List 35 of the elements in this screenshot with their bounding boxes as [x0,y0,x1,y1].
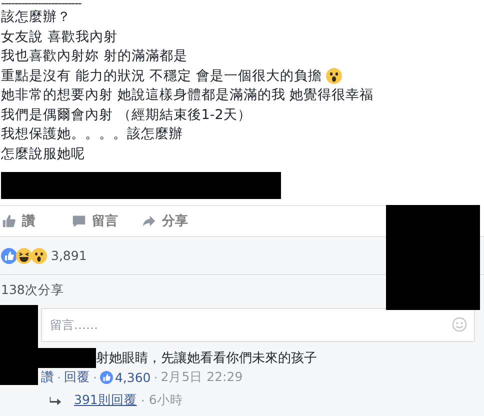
reply-time: 6小時 [148,392,183,409]
comment-field[interactable]: 留言…… [41,308,475,342]
wow-emoji-icon [326,68,342,84]
post-text: 我也喜歡內射妳 射的滿滿都是 [1,47,188,66]
separator-dot: · [92,370,97,384]
post-text: 女友說 喜歡我內射 [1,28,118,46]
separator-text: ------------------------ [1,0,82,8]
post-text: 重點是沒有 能力的狀況 不穩定 會是一個很大的負擔 [1,66,322,86]
replies-link[interactable]: 391則回覆 [74,392,137,409]
post-text: 該怎麼辦？ [1,8,71,27]
like-count[interactable]: 4,360 [114,370,151,384]
thumbs-up-icon [2,214,16,228]
reply-link[interactable]: 回覆 [64,368,90,386]
share-arrow-icon [142,214,156,228]
smiley-icon [452,317,467,332]
reaction-count[interactable]: 3,891 [51,248,87,263]
wow-reaction-icon [31,248,47,264]
post-text: 我們是偶爾會內射 （經期結束後1-2天） [1,106,252,124]
post-text: 怎麼說服她呢 [1,144,85,164]
separator-dot: · [140,393,145,408]
reply-arrow-icon [49,396,62,406]
action-button[interactable]: 讚 [0,212,70,230]
separator-dot: · [57,370,61,384]
laughing-reaction-icon [16,248,32,264]
post-text: 她非常的想要內射 她說這樣身體都是滿滿的我 她覺得很幸福 [1,86,374,105]
share-count[interactable]: 138次分享 [1,282,64,298]
separator-dot: · [154,370,158,384]
like-reaction-icon [100,370,113,384]
timestamp: 2月5日 22:29 [160,368,243,386]
action-button[interactable]: 分享 [140,212,210,230]
post-text: 我想保護她。。。。該怎麼辦 [1,125,183,144]
comment-text: 射她眼睛，先讓她看看你們未來的孩子 [96,350,317,367]
speech-bubble-icon [72,214,86,228]
action-button[interactable]: 留言 [70,212,140,230]
like-link[interactable]: 讚 [41,368,54,386]
